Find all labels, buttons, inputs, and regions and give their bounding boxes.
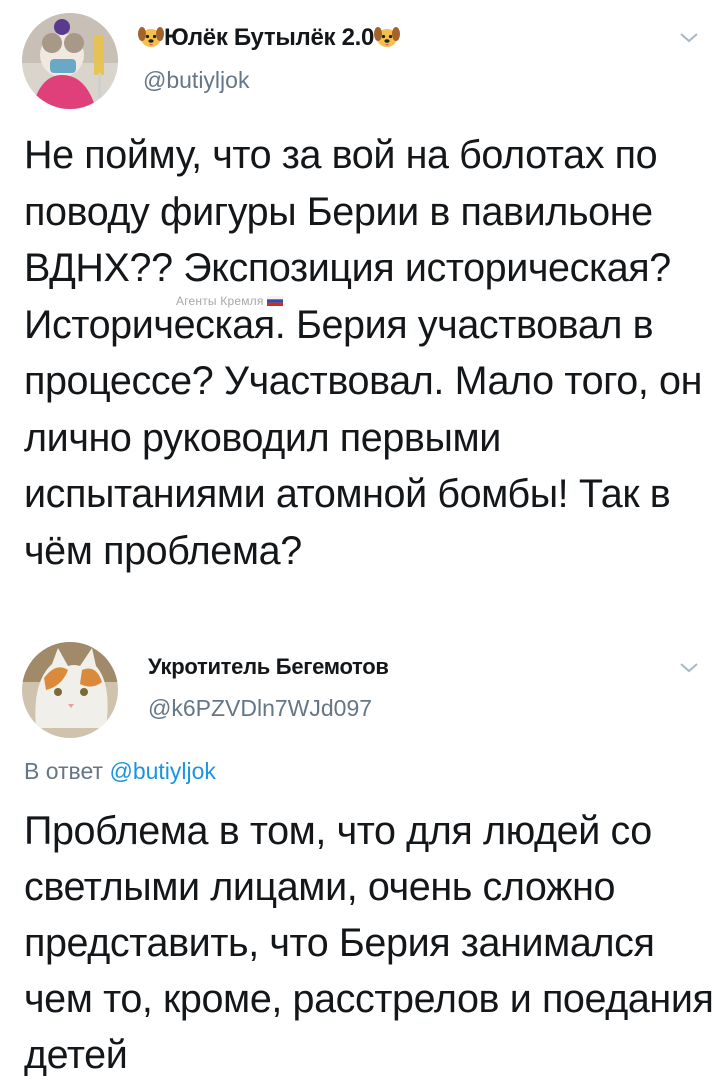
tweet-text: Проблема в том, что для людей со светлым… xyxy=(24,809,714,1077)
chevron-down-icon[interactable] xyxy=(678,30,700,46)
dog-face-icon xyxy=(374,25,401,56)
tweet-original: Юлёк Бутылёк 2.0 @butiyljok Не пойму, чт… xyxy=(0,0,723,640)
user-handle[interactable]: @butiyljok xyxy=(143,67,249,94)
watermark: Агенты Кремля xyxy=(176,294,283,308)
user-handle[interactable]: @k6PZVDln7WJd097 xyxy=(148,695,372,722)
display-name[interactable]: Юлёк Бутылёк 2.0 xyxy=(138,24,401,56)
display-name[interactable]: Укротитель Бегемотов xyxy=(148,654,389,680)
chevron-down-icon[interactable] xyxy=(678,660,700,676)
russian-flag-icon xyxy=(266,295,283,306)
display-name-text: Юлёк Бутылёк 2.0 xyxy=(164,24,375,51)
watermark-text: Агенты Кремля xyxy=(176,294,264,308)
dog-face-icon xyxy=(138,25,164,56)
tweet-reply: Укротитель Бегемотов @k6PZVDln7WJd097 В … xyxy=(0,640,723,1080)
avatar[interactable] xyxy=(22,642,118,738)
tweet-text: Не пойму, что за вой на болотах по повод… xyxy=(24,133,702,573)
reply-context: В ответ @butiyljok xyxy=(24,758,216,785)
reply-prefix: В ответ xyxy=(24,758,104,784)
avatar[interactable] xyxy=(22,13,118,109)
reply-mention-link[interactable]: @butiyljok xyxy=(109,758,215,784)
